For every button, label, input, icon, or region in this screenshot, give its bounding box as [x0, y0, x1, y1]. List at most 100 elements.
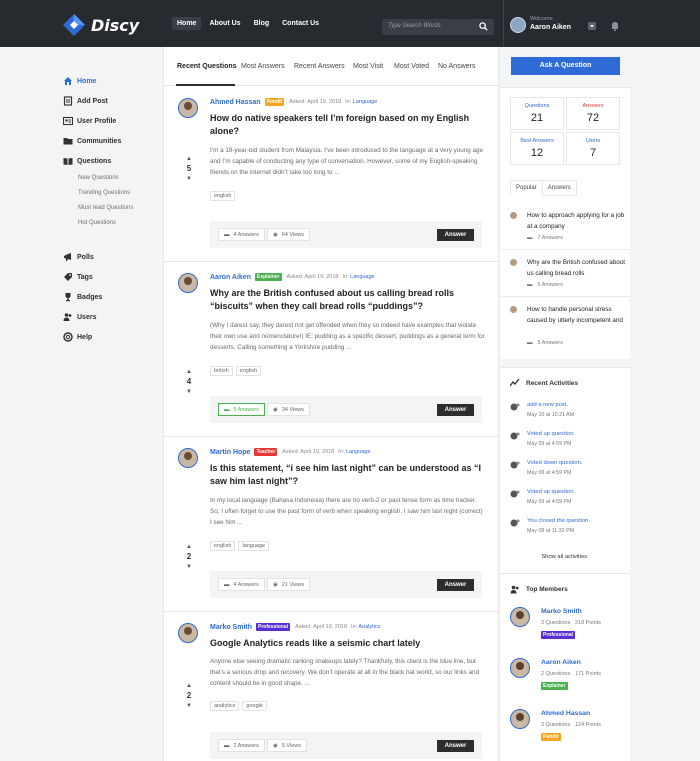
- answer-button[interactable]: Answer: [437, 579, 474, 591]
- avatar[interactable]: [178, 273, 198, 293]
- sidebar-item-label: Tags: [77, 273, 93, 281]
- answer-button[interactable]: Answer: [437, 740, 474, 752]
- tag[interactable]: language: [238, 541, 270, 551]
- user-dropdown-icon[interactable]: [588, 22, 596, 30]
- category-link[interactable]: Language: [353, 99, 377, 105]
- stat-value: 21: [530, 112, 544, 124]
- member-name[interactable]: Aaron Aiken: [541, 659, 581, 666]
- main-nav: Home About Us Blog Contact Us: [172, 17, 327, 30]
- tab-no-answers[interactable]: No Answers: [438, 63, 475, 70]
- avatar[interactable]: [178, 623, 198, 643]
- author-name[interactable]: Martin Hope: [210, 449, 250, 456]
- activity-text[interactable]: Voted up question.: [527, 489, 575, 495]
- activity-text[interactable]: Voted up question.: [527, 431, 575, 437]
- tab-most-visit[interactable]: Most Visit: [353, 63, 383, 70]
- sidebar-item-user-profile[interactable]: User Profile: [63, 111, 158, 131]
- vote-up-icon[interactable]: ▲: [184, 543, 194, 551]
- activity-text[interactable]: Voted down question.: [527, 460, 582, 466]
- tag[interactable]: google: [242, 701, 267, 711]
- sidebar-item-questions[interactable]: Questions: [63, 151, 158, 171]
- author-badge: Professional: [256, 623, 291, 631]
- sidebar-subitem-must-read-questions[interactable]: Must read Questions: [63, 201, 158, 216]
- sidebar-item-users[interactable]: Users: [63, 307, 158, 327]
- question-title[interactable]: Google Analytics reads like a seismic ch…: [210, 637, 490, 650]
- answer-button[interactable]: Answer: [437, 229, 474, 241]
- tab-most-answers[interactable]: Most Answers: [241, 63, 285, 70]
- sidebar-item-help[interactable]: Help: [63, 327, 158, 347]
- author-name[interactable]: Marko Smith: [210, 624, 252, 631]
- sidebar-item-communities[interactable]: Communities: [63, 131, 158, 151]
- vote-down-icon[interactable]: ▼: [184, 702, 194, 710]
- popular-title[interactable]: How to approach applying for a job at a …: [527, 210, 627, 232]
- sidebar-item-home[interactable]: Home: [63, 71, 158, 91]
- search-input[interactable]: Type Search Words: [382, 19, 494, 35]
- answers-count[interactable]: ▬ 4 Answers: [218, 228, 265, 241]
- search-icon[interactable]: [479, 22, 488, 31]
- avatar[interactable]: [178, 98, 198, 118]
- user-menu[interactable]: Welcome Aaron Aiken: [510, 16, 571, 33]
- popular-title[interactable]: How to handle personal stress caused by …: [527, 304, 627, 326]
- sidebar-item-tags[interactable]: Tags: [63, 267, 158, 287]
- author-name[interactable]: Aaron Aiken: [210, 274, 251, 281]
- sidebar-subitem-new-questions[interactable]: New Questions: [63, 171, 158, 186]
- avatar[interactable]: [510, 709, 530, 729]
- sidebar-subitem-trending-questions[interactable]: Trending Questions: [63, 186, 158, 201]
- question-title[interactable]: Is this statement, “i see him last night…: [210, 462, 490, 488]
- user-name[interactable]: Aaron Aiken: [530, 24, 571, 31]
- avatar[interactable]: [510, 259, 517, 266]
- tab-recent-questions[interactable]: Recent Questions: [177, 63, 237, 70]
- category-link[interactable]: Language: [346, 449, 370, 455]
- vote-down-icon[interactable]: ▼: [184, 563, 194, 571]
- logo[interactable]: Discy: [63, 14, 139, 36]
- nav-about-us[interactable]: About Us: [204, 17, 245, 30]
- avatar[interactable]: [510, 658, 530, 678]
- notification-icon[interactable]: [611, 21, 619, 31]
- answer-button[interactable]: Answer: [437, 404, 474, 416]
- ask-question-button[interactable]: Ask A Question: [511, 57, 620, 75]
- answers-count[interactable]: ▬ 2 Answers: [218, 739, 265, 752]
- tab-most-voted[interactable]: Most Voted: [394, 63, 429, 70]
- avatar[interactable]: [510, 212, 517, 219]
- vote-down-icon[interactable]: ▼: [184, 388, 194, 396]
- activity-text[interactable]: add a new post.: [527, 402, 568, 408]
- activity-text[interactable]: You closed the question.: [527, 518, 590, 524]
- nav-home[interactable]: Home: [172, 17, 202, 30]
- question-title[interactable]: Why are the British confused about us ca…: [210, 287, 490, 313]
- avatar[interactable]: [510, 607, 530, 627]
- tag[interactable]: english: [235, 366, 262, 376]
- tag[interactable]: english: [210, 191, 236, 201]
- sidebar-item-badges[interactable]: Badges: [63, 287, 158, 307]
- show-all-activities-link[interactable]: Show all activities.: [500, 554, 630, 560]
- question-title[interactable]: How do native speakers tell I’m foreign …: [210, 112, 490, 138]
- tag[interactable]: english: [210, 541, 236, 551]
- vote-up-icon[interactable]: ▲: [184, 682, 194, 690]
- tab-recent-answers[interactable]: Recent Answers: [294, 63, 345, 70]
- member-name[interactable]: Ahmed Hassan: [541, 710, 590, 717]
- avatar[interactable]: [510, 306, 517, 313]
- vote-up-icon[interactable]: ▲: [184, 368, 194, 376]
- author-name[interactable]: Ahmed Hassan: [210, 99, 261, 106]
- top-members-heading: Top Members: [510, 585, 568, 594]
- avatar[interactable]: [510, 17, 526, 33]
- tag[interactable]: analytics: [210, 701, 240, 711]
- views-count: ◉ 21 Views: [267, 578, 311, 591]
- avatar[interactable]: [178, 448, 198, 468]
- vote-up-icon[interactable]: ▲: [184, 155, 194, 163]
- sidebar-subitem-hot-questions[interactable]: Hot Questions: [63, 216, 158, 231]
- nav-blog[interactable]: Blog: [249, 17, 275, 30]
- sidebar-item-add-post[interactable]: Add Post: [63, 91, 158, 111]
- nav-contact-us[interactable]: Contact Us: [277, 17, 324, 30]
- vote-down-icon[interactable]: ▼: [184, 175, 194, 183]
- tab-popular[interactable]: Popular: [510, 180, 543, 196]
- activity-date: May 09 at 4:59 PM: [527, 499, 572, 505]
- sidebar-item-polls[interactable]: Polls: [63, 247, 158, 267]
- tag[interactable]: british: [210, 366, 233, 376]
- popular-title[interactable]: Why are the British confused about us ca…: [527, 257, 627, 279]
- tab-answers[interactable]: Answers: [541, 180, 577, 196]
- answers-count[interactable]: ▬ 5 Answers: [218, 403, 265, 416]
- category-link[interactable]: Analytics: [358, 624, 380, 630]
- answers-count[interactable]: ▬ 4 Answers: [218, 578, 265, 591]
- category-link[interactable]: Language: [350, 274, 374, 280]
- member-name[interactable]: Marko Smith: [541, 608, 582, 615]
- asked-date: Asked: April 19, 2018: [295, 624, 348, 630]
